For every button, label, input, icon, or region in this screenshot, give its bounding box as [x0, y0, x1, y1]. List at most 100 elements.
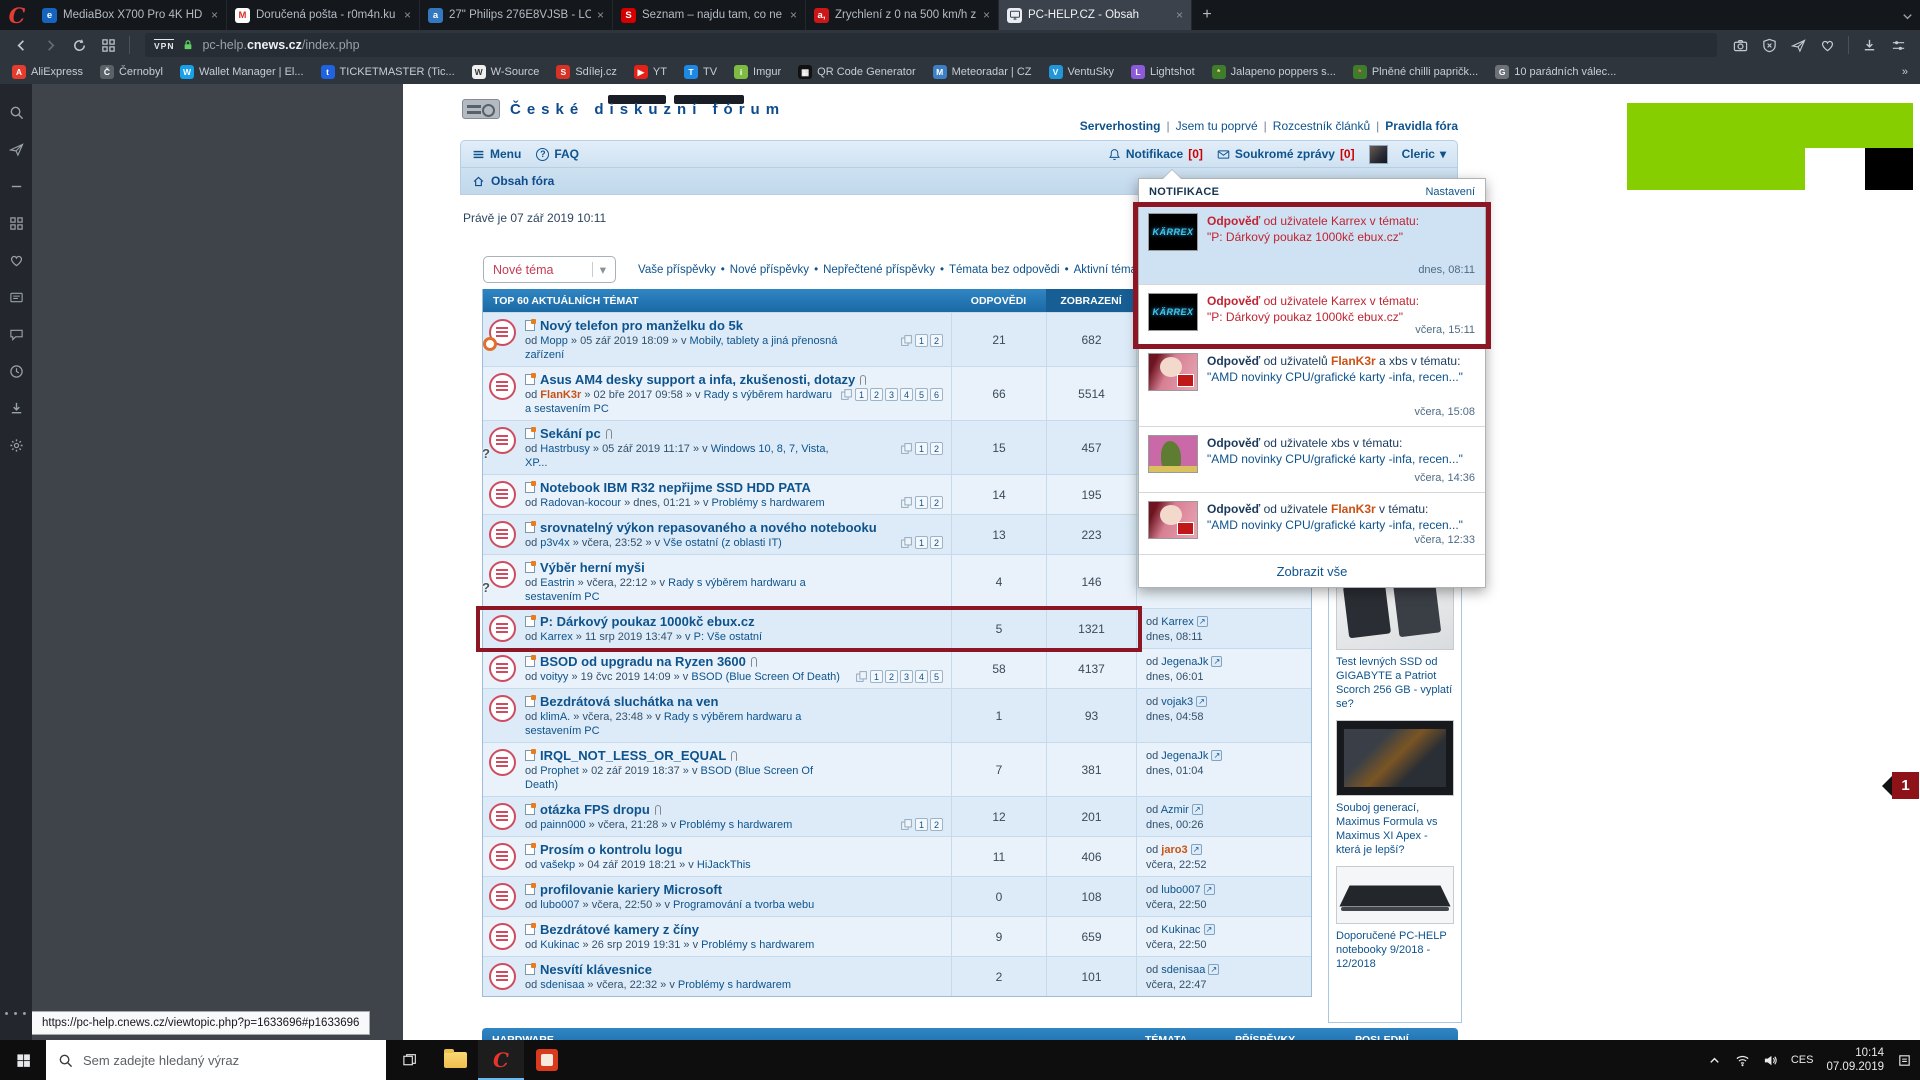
goto-lastpost-icon[interactable] — [1211, 656, 1222, 667]
author-link[interactable]: Mopp — [540, 335, 568, 347]
author-link[interactable]: FlanK3r — [540, 389, 581, 401]
bookmark-item[interactable]: A AliExpress — [12, 65, 83, 79]
bookmark-item[interactable]: ▶ YT — [634, 65, 667, 79]
bookmark-item[interactable]: ▦ QR Code Generator — [798, 65, 915, 79]
file-explorer-button[interactable] — [432, 1040, 478, 1080]
quick-link[interactable]: Nepřečtené příspěvky — [823, 264, 935, 276]
lastpost-author-link[interactable]: jaro3 — [1161, 844, 1187, 856]
language-indicator[interactable]: CES — [1791, 1054, 1814, 1066]
task-view-button[interactable] — [386, 1040, 432, 1080]
send[interactable] — [9, 131, 24, 168]
author-link[interactable]: p3v4x — [540, 537, 569, 549]
bookmark-item[interactable]: M Meteoradar | CZ — [933, 65, 1032, 79]
topic-title[interactable]: otázka FPS dropu — [525, 801, 945, 818]
topic-title[interactable]: IRQL_NOT_LESS_OR_EQUAL — [525, 747, 945, 764]
lastpost-author-link[interactable]: Azmir — [1161, 804, 1189, 816]
browser-tab[interactable]: a 27" Philips 276E8VJSB - LC — [420, 0, 613, 30]
page-number-chip[interactable]: 5 — [915, 388, 928, 401]
tab-close-icon[interactable] — [790, 8, 797, 22]
panel-more-icon[interactable] — [5, 1008, 28, 1020]
topic-title[interactable]: Sekání pc — [525, 425, 945, 442]
author-link[interactable]: klimA. — [540, 711, 570, 723]
page-number-chip[interactable]: 1 — [915, 442, 928, 455]
page-jumps[interactable]: 123456 — [840, 388, 943, 401]
goto-lastpost-icon[interactable] — [1204, 884, 1215, 895]
bookmark-item[interactable]: G 10 parádních válec... — [1495, 65, 1616, 79]
bookmark-item[interactable]: Č Černobyl — [100, 65, 163, 79]
tab-close-icon[interactable] — [597, 8, 604, 22]
header-link[interactable]: Serverhosting — [1080, 119, 1161, 133]
page-number-chip[interactable]: 1 — [915, 334, 928, 347]
forum-logo-text[interactable]: České diskuzní fórum — [510, 101, 785, 118]
quick-link[interactable]: Vaše příspěvky — [638, 264, 716, 276]
lastpost-author-link[interactable]: vojak3 — [1161, 696, 1193, 708]
author-link[interactable]: Karrex — [540, 631, 572, 643]
browser-tab[interactable]: PC-HELP.CZ - Obsah — [999, 0, 1192, 30]
author-link[interactable]: Prophet — [540, 765, 579, 777]
page-number-chip[interactable]: 5 — [930, 670, 943, 683]
forum-link[interactable]: Mobily, tablety a jiná přenosná zařízení — [525, 335, 837, 361]
new-tab-button[interactable] — [1192, 0, 1222, 30]
taskbar-clock[interactable]: 10:14 07.09.2019 — [1826, 1046, 1884, 1074]
article-thumbnail[interactable] — [1336, 866, 1454, 924]
browser-taskbar-button[interactable]: C — [478, 1040, 524, 1080]
author-link[interactable]: Kukinac — [540, 939, 579, 951]
screenshot-camera-icon[interactable] — [1727, 33, 1754, 57]
goto-lastpost-icon[interactable] — [1197, 616, 1208, 627]
url-bar[interactable]: VPN pc-help.cnews.cz/index.php — [145, 33, 1717, 57]
page-number-chip[interactable]: 1 — [915, 496, 928, 509]
topic-title[interactable]: Bezdrátová sluchátka na ven — [525, 693, 945, 710]
forum-link[interactable]: Problémy s hardwarem — [679, 819, 792, 831]
browser-tab[interactable]: S Seznam – najdu tam, co ne — [613, 0, 806, 30]
tab-close-icon[interactable] — [211, 8, 218, 22]
tab-close-icon[interactable] — [404, 8, 411, 22]
page-number-chip[interactable]: 2 — [930, 334, 943, 347]
page-number-chip[interactable]: 2 — [930, 818, 943, 831]
bookmark-item[interactable]: W Wallet Manager | El... — [180, 65, 304, 79]
bookmark-item[interactable]: S Sdílej.cz — [556, 65, 617, 79]
topic-title[interactable]: Notebook IBM R32 nepřijme SSD HDD PATA — [525, 479, 945, 496]
topic-title[interactable]: BSOD od upgradu na Ryzen 3600 — [525, 653, 945, 670]
forward-button[interactable] — [37, 33, 64, 57]
header-link[interactable]: Pravidla fóra — [1385, 119, 1458, 133]
app-taskbar-button[interactable] — [524, 1040, 570, 1080]
reload-button[interactable] — [66, 33, 93, 57]
list-tabs-icon[interactable] — [1892, 0, 1920, 30]
page-number-chip[interactable]: 6 — [930, 388, 943, 401]
page-number-chip[interactable]: 4 — [900, 388, 913, 401]
quick-link[interactable]: Nové příspěvky — [730, 264, 809, 276]
goto-lastpost-icon[interactable] — [1192, 804, 1203, 815]
notification-settings-link[interactable]: Nastavení — [1425, 186, 1475, 198]
topic-title[interactable]: P: Dárkový poukaz 1000kč ebux.cz — [525, 613, 945, 630]
notifications-link[interactable]: Notifikace[0] — [1108, 147, 1203, 161]
author-link[interactable]: Hastrbusy — [540, 443, 590, 455]
page-number-chip[interactable]: 2 — [930, 496, 943, 509]
author-link[interactable]: voityy — [540, 671, 568, 683]
notification-item[interactable]: Odpověď od uživatele xbs v tématu: "AMD … — [1139, 427, 1485, 493]
page-number-chip[interactable]: 3 — [885, 388, 898, 401]
header-link[interactable]: Rozcestník článků — [1273, 119, 1370, 133]
topic-title[interactable]: profilovanie kariery Microsoft — [525, 881, 945, 898]
extensions-grid-icon[interactable] — [95, 33, 122, 57]
topic-title[interactable]: Výběr herní myši — [525, 559, 945, 576]
article-link[interactable]: Test levných SSD od GIGABYTE a Patriot S… — [1336, 655, 1454, 711]
page-number-chip[interactable]: 3 — [900, 670, 913, 683]
topic-title[interactable]: Bezdrátové kamery z číny — [525, 921, 945, 938]
page-jumps[interactable]: 12 — [900, 334, 943, 347]
goto-lastpost-icon[interactable] — [1191, 844, 1202, 855]
header-link[interactable]: Jsem tu poprvé — [1176, 119, 1258, 133]
browser-tab[interactable]: a, Zrychlení z 0 na 500 km/h z — [806, 0, 999, 30]
grid[interactable] — [9, 205, 24, 242]
bookmark-item[interactable]: W W-Source — [472, 65, 540, 79]
browser-tab[interactable]: M Doručená pošta - r0m4n.ku — [227, 0, 420, 30]
history[interactable] — [9, 353, 24, 390]
vpn-badge[interactable]: VPN — [154, 39, 174, 51]
forum-link[interactable]: P: Vše ostatní — [694, 631, 762, 643]
notification-item[interactable]: Odpověď od uživatele FlanK3r v tématu: "… — [1139, 493, 1485, 555]
page-jumps[interactable]: 12 — [900, 818, 943, 831]
page-number-chip[interactable]: 4 — [915, 670, 928, 683]
page-number-chip[interactable]: 2 — [885, 670, 898, 683]
page-number-chip[interactable]: 2 — [930, 442, 943, 455]
article-thumbnail[interactable] — [1336, 720, 1454, 796]
page-jumps[interactable]: 12 — [900, 536, 943, 549]
